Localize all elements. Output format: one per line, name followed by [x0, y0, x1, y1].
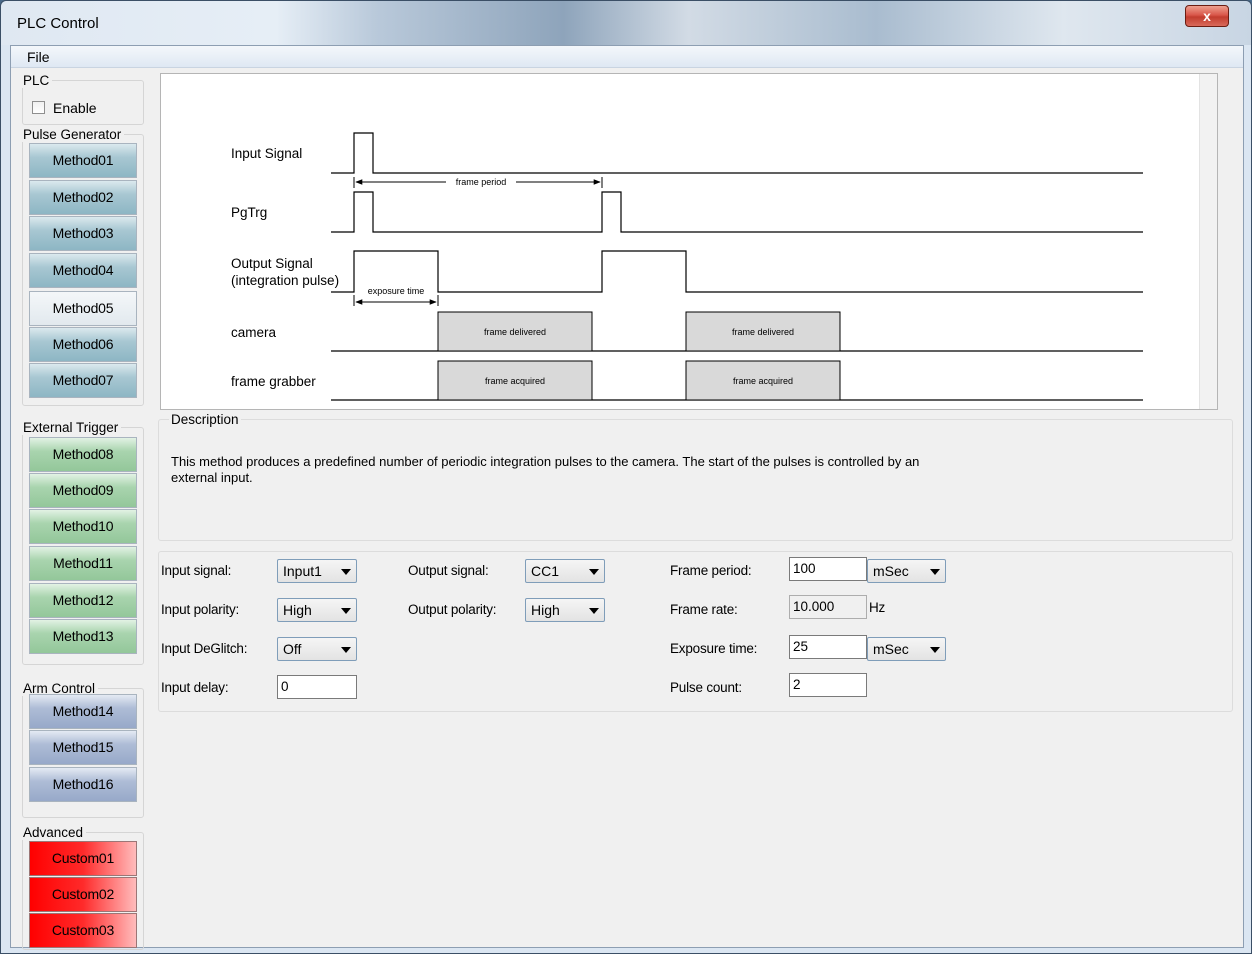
method07-button[interactable]: Method07: [29, 363, 137, 398]
chevron-down-icon: [341, 608, 351, 614]
pgtrg-label: PgTrg: [231, 205, 267, 220]
description-label: Description: [169, 412, 241, 427]
input-polarity-param-label: Input polarity:: [161, 602, 240, 617]
frame-period-input[interactable]: 100: [789, 557, 867, 581]
external-trigger-label: External Trigger: [21, 420, 122, 435]
output-polarity-value: High: [531, 602, 560, 618]
input-signal-waveform: [331, 132, 1143, 174]
advanced-label: Advanced: [21, 825, 87, 840]
method13-button[interactable]: Method13: [29, 619, 137, 654]
menu-bar: File: [11, 46, 1243, 68]
parameters-panel: Input signal: Input1 Input polarity: Hig…: [158, 551, 1233, 712]
method14-button[interactable]: Method14: [29, 694, 137, 729]
method11-button[interactable]: Method11: [29, 546, 137, 581]
pulse-count-param-label: Pulse count:: [670, 680, 742, 695]
method16-button[interactable]: Method16: [29, 767, 137, 802]
chevron-down-icon: [589, 569, 599, 575]
frame-acquired-text-1: frame acquired: [485, 376, 545, 386]
enable-checkbox[interactable]: [32, 101, 45, 114]
output-signal-select[interactable]: CC1: [525, 559, 605, 583]
method01-button[interactable]: Method01: [29, 143, 137, 178]
method02-button[interactable]: Method02: [29, 180, 137, 215]
frame-rate-readout: 10.000: [789, 595, 867, 619]
diagram-scrollbar[interactable]: [1199, 74, 1217, 409]
plc-group-label: PLC: [21, 73, 53, 88]
output-signal-param-label: Output signal:: [408, 563, 489, 578]
method08-button[interactable]: Method08: [29, 437, 137, 472]
output-polarity-param-label: Output polarity:: [408, 602, 497, 617]
title-bar[interactable]: PLC Control x: [1, 1, 1251, 45]
close-button[interactable]: x: [1185, 5, 1229, 27]
frame-grabber-label: frame grabber: [231, 374, 316, 389]
input-polarity-value: High: [283, 602, 312, 618]
input-signal-select[interactable]: Input1: [277, 559, 357, 583]
custom03-button[interactable]: Custom03: [29, 913, 137, 948]
input-deglitch-select[interactable]: Off: [277, 637, 357, 661]
method05-button[interactable]: Method05: [29, 291, 137, 326]
input-signal-value: Input1: [283, 563, 322, 579]
input-signal-label: Input Signal: [231, 146, 302, 161]
output-signal-waveform: [331, 250, 1143, 293]
pulse-count-input[interactable]: 2: [789, 673, 867, 697]
exposure-time-input[interactable]: 25: [789, 635, 867, 659]
method15-button[interactable]: Method15: [29, 730, 137, 765]
frame-period-unit-value: mSec: [873, 563, 909, 579]
description-text: This method produces a predefined number…: [171, 454, 920, 485]
input-signal-param-label: Input signal:: [161, 563, 232, 578]
exposure-time-text: exposure time: [368, 286, 425, 296]
description-group: Description This method produces a prede…: [158, 412, 1233, 541]
pgtrg-waveform: [331, 191, 1143, 233]
exposure-time-unit-value: mSec: [873, 641, 909, 657]
custom01-button[interactable]: Custom01: [29, 841, 137, 876]
timing-diagram-svg: Input Signal PgTrg Output Signal (integr…: [231, 132, 1143, 401]
output-signal-label: Output Signal: [231, 256, 313, 271]
enable-label: Enable: [53, 100, 97, 116]
close-icon: x: [1203, 8, 1211, 24]
chevron-down-icon: [589, 608, 599, 614]
method12-button[interactable]: Method12: [29, 583, 137, 618]
method10-button[interactable]: Method10: [29, 509, 137, 544]
input-deglitch-value: Off: [283, 641, 302, 657]
method09-button[interactable]: Method09: [29, 473, 137, 508]
pulse-generator-label: Pulse Generator: [21, 127, 125, 142]
integration-pulse-label: (integration pulse): [231, 273, 339, 288]
frame-acquired-text-2: frame acquired: [733, 376, 793, 386]
chevron-down-icon: [341, 569, 351, 575]
frame-delivered-text-1: frame delivered: [484, 327, 546, 337]
method03-button[interactable]: Method03: [29, 216, 137, 251]
frame-period-unit-select[interactable]: mSec: [867, 559, 946, 583]
input-deglitch-param-label: Input DeGlitch:: [161, 641, 248, 656]
menu-file[interactable]: File: [27, 49, 50, 65]
frame-delivered-text-2: frame delivered: [732, 327, 794, 337]
output-polarity-select[interactable]: High: [525, 598, 605, 622]
frame-rate-param-label: Frame rate:: [670, 602, 738, 617]
input-polarity-select[interactable]: High: [277, 598, 357, 622]
chevron-down-icon: [930, 569, 940, 575]
exposure-time-param-label: Exposure time:: [670, 641, 758, 656]
method06-button[interactable]: Method06: [29, 327, 137, 362]
camera-label: camera: [231, 325, 277, 340]
custom02-button[interactable]: Custom02: [29, 877, 137, 912]
frame-rate-unit: Hz: [869, 600, 886, 615]
timing-diagram: Input Signal PgTrg Output Signal (integr…: [160, 73, 1218, 410]
plc-control-window: PLC Control x File PLC Enable Pulse Gene…: [0, 0, 1252, 954]
window-title: PLC Control: [17, 15, 99, 32]
input-delay-input[interactable]: 0: [277, 675, 357, 699]
chevron-down-icon: [341, 647, 351, 653]
chevron-down-icon: [930, 647, 940, 653]
client-area: File PLC Enable Pulse Generator Method01…: [10, 45, 1244, 950]
exposure-time-unit-select[interactable]: mSec: [867, 637, 946, 661]
input-delay-param-label: Input delay:: [161, 680, 229, 695]
frame-period-text: frame period: [456, 177, 507, 187]
method04-button[interactable]: Method04: [29, 253, 137, 288]
output-signal-value: CC1: [531, 563, 560, 579]
frame-period-param-label: Frame period:: [670, 563, 752, 578]
